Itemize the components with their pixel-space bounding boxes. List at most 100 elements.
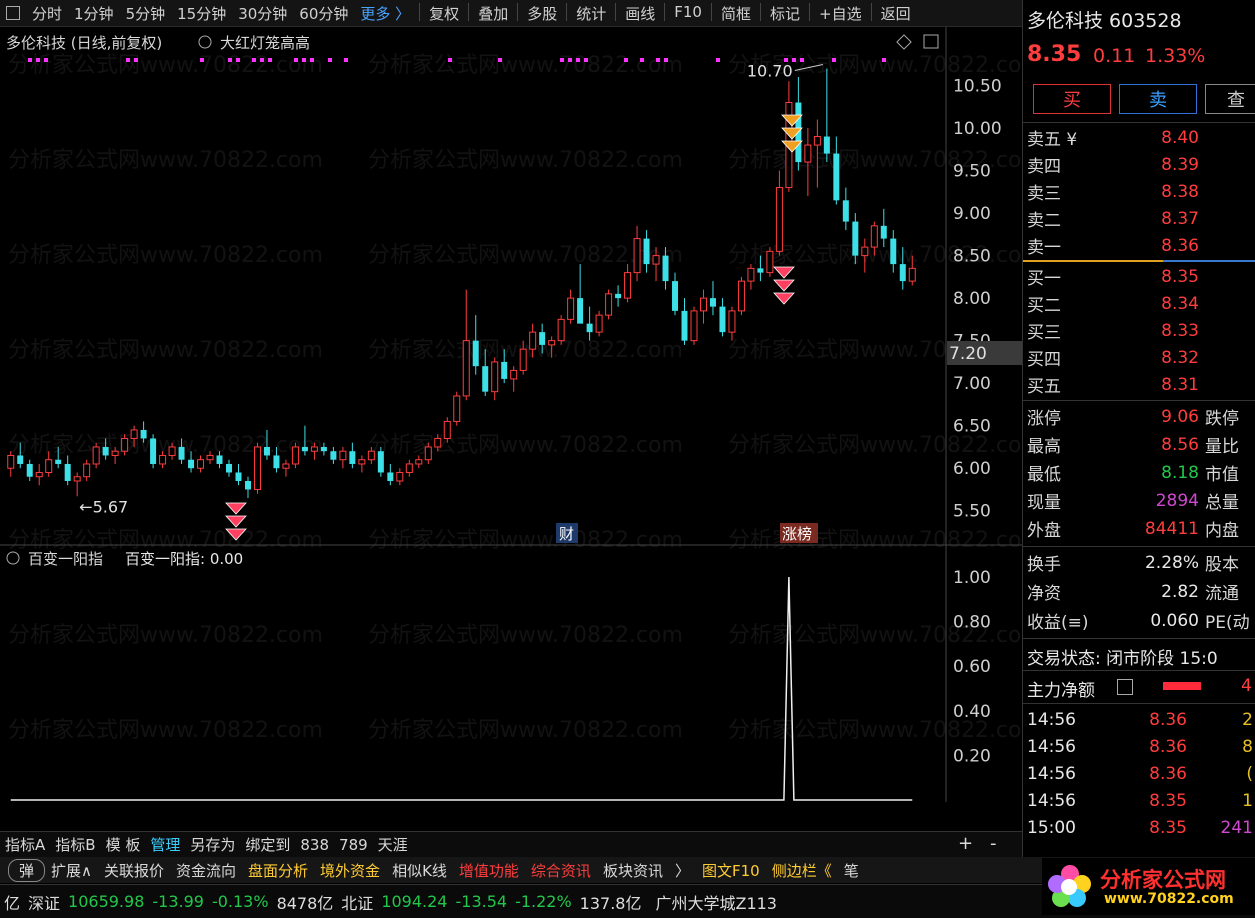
candle-body (690, 310, 698, 342)
stat-row: 最高 8.56 量比 (1027, 431, 1255, 458)
main-net-label: 主力净额 (1027, 681, 1095, 701)
candle-body (121, 437, 129, 452)
candle-body (235, 472, 242, 481)
nav-item-6[interactable]: 相似K线 (386, 860, 453, 881)
toolbar-action-1-button[interactable]: 叠加 (472, 3, 514, 24)
toolbar-action-8-button[interactable]: +自选 (813, 3, 868, 24)
stat-extra-label: 市值 (1205, 465, 1239, 485)
toolbar-divider (615, 2, 617, 21)
candle-body (737, 280, 745, 312)
indicator-tab-6[interactable]: 838 (295, 836, 334, 854)
candle-body (813, 136, 821, 146)
candle-body (586, 323, 593, 333)
nav-item-0[interactable]: 弹 (8, 858, 46, 882)
toolbar-action-9-button[interactable]: 返回 (875, 3, 917, 24)
price-tick-label: 6.00 (953, 459, 991, 479)
bid-row: 买二 8.34 (1027, 290, 1255, 317)
period-2-button[interactable]: 5分钟 (120, 3, 172, 24)
window-icon[interactable] (6, 6, 20, 20)
site-logo: 分析家公式网 www.70822.com (1042, 858, 1255, 915)
nav-item-12[interactable]: 侧边栏《 (766, 860, 838, 881)
indicator-tab-5[interactable]: 绑定到 (240, 834, 295, 855)
add-button[interactable]: + (958, 833, 973, 854)
nav-item-4[interactable]: 盘面分析 (242, 860, 314, 881)
kline-chart[interactable]: 分析家公式网www.70822.com 分析家公式网www.70822.com 分析… (0, 27, 1043, 828)
candle-body (842, 200, 849, 222)
more-periods-button[interactable]: 更多 〉 (354, 3, 416, 24)
nav-item-13[interactable]: 笔 (838, 860, 865, 881)
indicator-tab-0[interactable]: 指标A (0, 834, 50, 855)
toolbar-action-4-button[interactable]: 画线 (619, 3, 661, 24)
candle-body (880, 225, 887, 239)
indicator-tab-2[interactable]: 模 板 (101, 834, 146, 855)
lantern-marker-icon (773, 266, 795, 279)
price-tick-label: 8.00 (953, 289, 991, 309)
nav-item-2[interactable]: 关联报价 (98, 860, 170, 881)
toolbar-action-0-button[interactable]: 复权 (423, 3, 465, 24)
candle-body (624, 272, 632, 299)
list-icon[interactable] (1117, 679, 1133, 695)
nav-item-11[interactable]: 图文F10 (696, 860, 766, 881)
watermark-text: 分析家公式网www.70822.com (728, 433, 1022, 458)
stat-label: 涨停 (1027, 409, 1061, 429)
stock-name: 多伦科技 603528 (1027, 10, 1182, 32)
buy-button[interactable]: 买 (1033, 84, 1111, 114)
diamond-icon[interactable] (896, 34, 912, 50)
period-0-button[interactable]: 分时 (26, 3, 68, 24)
period-4-button[interactable]: 30分钟 (232, 3, 293, 24)
indicator-tab-3[interactable]: 管理 (145, 834, 185, 855)
stat2-row: 换手 2.28% 股本 (1027, 549, 1255, 576)
sub-indicator-toggle-icon[interactable] (6, 551, 20, 565)
panel-maximize-icon[interactable] (923, 34, 939, 49)
nav-item-3[interactable]: 资金流向 (170, 860, 242, 881)
toolbar-action-3-button[interactable]: 统计 (570, 3, 612, 24)
nav-item-9[interactable]: 板块资讯 (597, 860, 669, 881)
stat-row: 现量 2894 总量 (1027, 487, 1255, 514)
candle-body (92, 446, 100, 465)
candle-body (367, 450, 375, 461)
period-1-button[interactable]: 1分钟 (68, 3, 120, 24)
candle-body (804, 144, 812, 163)
nav-item-8[interactable]: 综合资讯 (525, 860, 597, 881)
candle-body (462, 340, 470, 397)
tick-time: 14:56 (1027, 709, 1076, 730)
candle-body (434, 437, 442, 448)
kline-chart-area[interactable]: 分析家公式网www.70822.com 分析家公式网www.70822.com 分析… (0, 27, 1043, 828)
candle-body (652, 255, 660, 265)
toolbar-action-7-button[interactable]: 标记 (764, 3, 806, 24)
indicator-tab-8[interactable]: 天涯 (373, 834, 413, 855)
stat2-value: 0.060 (1150, 610, 1199, 631)
nav-item-10[interactable]: 〉 (669, 860, 696, 881)
signal-dot (328, 58, 332, 62)
indicator-tab-7[interactable]: 789 (334, 836, 373, 854)
candle-body (130, 429, 138, 439)
ask-value: 8.38 (1161, 181, 1199, 202)
sell-button[interactable]: 卖 (1119, 84, 1197, 114)
query-button[interactable]: 查 (1205, 84, 1255, 114)
period-3-button[interactable]: 15分钟 (171, 3, 232, 24)
nav-item-7[interactable]: 增值功能 (453, 860, 525, 881)
nav-item-1[interactable]: 扩展∧ (45, 860, 98, 881)
toolbar-action-5-button[interactable]: F10 (668, 3, 708, 24)
stat-label: 最低 (1027, 465, 1061, 485)
toolbar-action-2-button[interactable]: 多股 (521, 3, 563, 24)
toolbar-action-6-button[interactable]: 简框 (715, 3, 757, 24)
remove-button[interactable]: - (990, 833, 997, 854)
status-item-11: 广州大学城Z113 (655, 893, 777, 913)
stat2-value: 2.28% (1144, 552, 1199, 573)
price-tick-label: 10.50 (953, 77, 1002, 97)
toolbar-divider (759, 2, 761, 21)
period-5-button[interactable]: 60分钟 (293, 3, 354, 24)
candle-body (424, 446, 432, 461)
candle-body (899, 264, 906, 282)
tick-volume: ( (1246, 763, 1253, 784)
tick-time: 14:56 (1027, 790, 1076, 811)
nav-item-5[interactable]: 境外资金 (314, 860, 386, 881)
bid-row: 买四 8.32 (1027, 344, 1255, 371)
indicator-tab-4[interactable]: 另存为 (185, 834, 240, 855)
tick-volume: 8 (1242, 736, 1253, 757)
candle-body (111, 450, 119, 456)
bid-value: 8.31 (1161, 374, 1199, 395)
indicator-toggle-icon[interactable] (198, 35, 212, 49)
indicator-tab-1[interactable]: 指标B (50, 834, 100, 855)
